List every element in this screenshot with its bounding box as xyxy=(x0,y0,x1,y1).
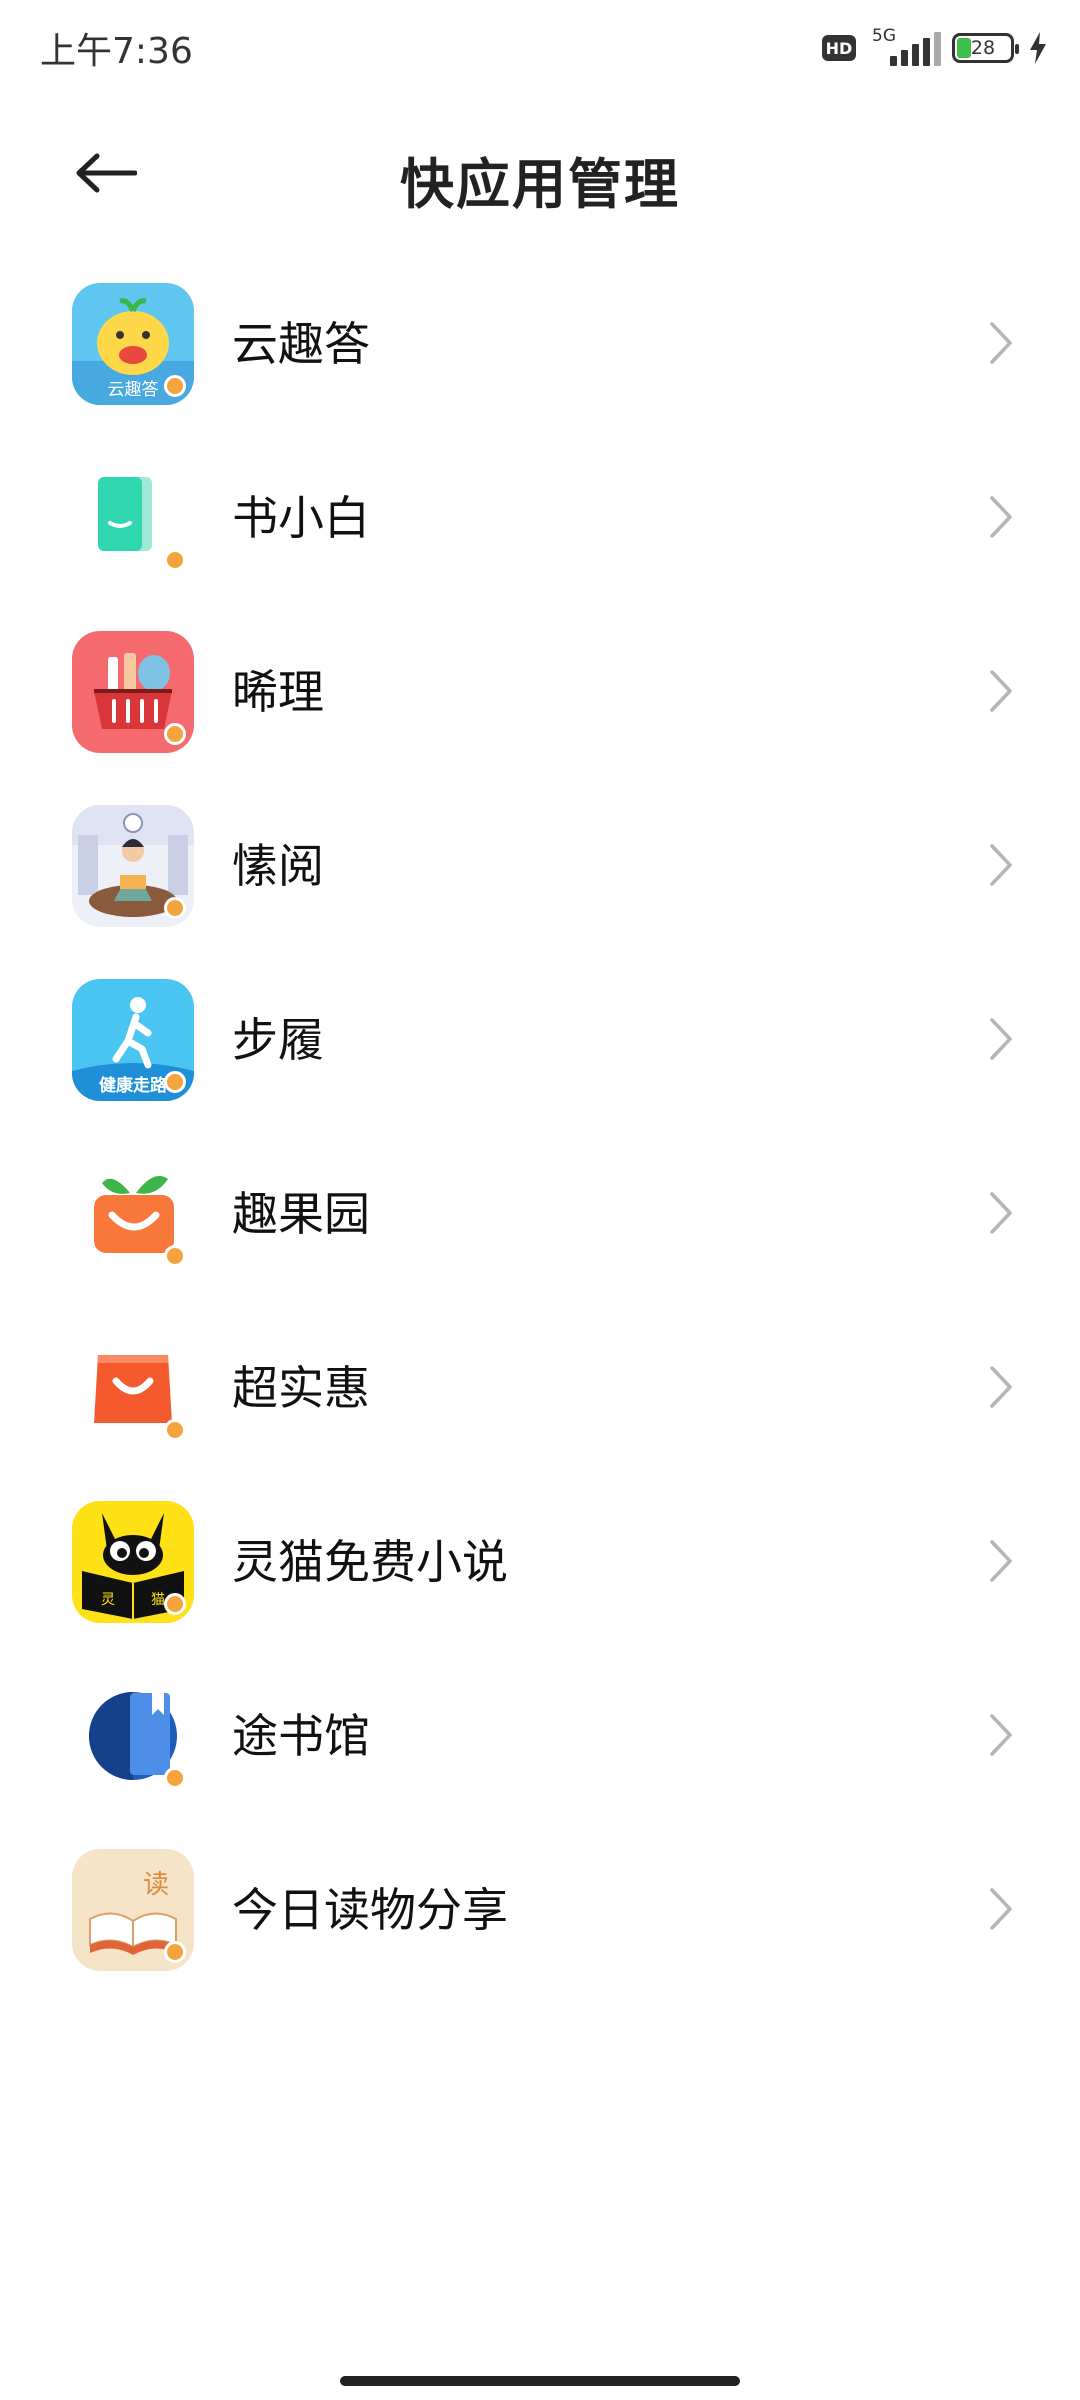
app-name: 晞理 xyxy=(232,665,324,719)
chevron-right-icon xyxy=(990,670,1012,712)
quick-app-badge-icon xyxy=(164,1419,186,1441)
status-bar: 上午7:36 HD 5G 28 xyxy=(0,0,1080,100)
chevron-right-icon xyxy=(990,1540,1012,1582)
jinri-icon-text: 读 xyxy=(143,1870,169,1900)
list-item-yunquda[interactable]: 云趣答 云趣答 xyxy=(0,256,1080,430)
status-icons: HD 5G 28 xyxy=(822,26,1048,70)
app-name: 灵猫免费小说 xyxy=(232,1535,508,1589)
chevron-right-icon xyxy=(990,322,1012,364)
yunqu-icon-text: 云趣答 xyxy=(108,380,159,400)
header: 快应用管理 xyxy=(0,120,1080,230)
list-item-chaoshihui[interactable]: 超实惠 xyxy=(0,1300,1080,1474)
charging-icon xyxy=(1030,32,1046,64)
quick-app-badge-icon xyxy=(164,1941,186,1963)
home-indicator[interactable] xyxy=(340,2376,740,2386)
cellular-signal-icon: 5G xyxy=(870,26,941,68)
chevron-right-icon xyxy=(990,1192,1012,1234)
app-name: 愫阅 xyxy=(232,839,324,893)
quick-app-badge-icon xyxy=(164,549,186,571)
list-item-jinriduwu[interactable]: 读 今日读物分享 xyxy=(0,1822,1080,1996)
chevron-right-icon xyxy=(990,1366,1012,1408)
quick-app-badge-icon xyxy=(164,897,186,919)
app-name: 步履 xyxy=(232,1013,324,1067)
app-name: 今日读物分享 xyxy=(232,1883,508,1937)
quick-app-badge-icon xyxy=(164,375,186,397)
lingmao-icon-text-left: 灵 xyxy=(101,1592,115,1608)
quick-app-list: 云趣答 云趣答 书小白 晞理 愫阅 健康走路 步履 趣果园 超实惠 灵 猫 灵猫… xyxy=(0,256,1080,1996)
list-item-quguoyuan[interactable]: 趣果园 xyxy=(0,1126,1080,1300)
app-name: 书小白 xyxy=(232,491,370,545)
app-name: 趣果园 xyxy=(232,1187,370,1241)
list-item-xili[interactable]: 晞理 xyxy=(0,604,1080,778)
chevron-right-icon xyxy=(990,1888,1012,1930)
app-name: 云趣答 xyxy=(232,317,370,371)
status-time: 上午7:36 xyxy=(40,31,193,72)
quick-app-badge-icon xyxy=(164,1767,186,1789)
quick-app-badge-icon xyxy=(164,1245,186,1267)
chevron-right-icon xyxy=(990,496,1012,538)
quick-app-badge-icon xyxy=(164,723,186,745)
list-item-shuxiaobai[interactable]: 书小白 xyxy=(0,430,1080,604)
app-name: 途书馆 xyxy=(232,1709,370,1763)
hd-icon: HD xyxy=(822,35,856,61)
page-title: 快应用管理 xyxy=(400,153,680,216)
app-name: 超实惠 xyxy=(232,1361,370,1415)
battery-icon: 28 xyxy=(952,33,1019,63)
chevron-right-icon xyxy=(990,1714,1012,1756)
chevron-right-icon xyxy=(990,844,1012,886)
quick-app-badge-icon xyxy=(164,1071,186,1093)
list-item-tushuguan[interactable]: 途书馆 xyxy=(0,1648,1080,1822)
quick-app-badge-icon xyxy=(164,1593,186,1615)
lingmao-icon-text-right: 猫 xyxy=(151,1592,165,1608)
bulv-icon-text: 健康走路 xyxy=(99,1075,168,1096)
battery-level: 28 xyxy=(970,37,996,59)
list-item-lingmao[interactable]: 灵 猫 灵猫免费小说 xyxy=(0,1474,1080,1648)
chevron-right-icon xyxy=(990,1018,1012,1060)
list-item-suyue[interactable]: 愫阅 xyxy=(0,778,1080,952)
list-item-bulv[interactable]: 健康走路 步履 xyxy=(0,952,1080,1126)
